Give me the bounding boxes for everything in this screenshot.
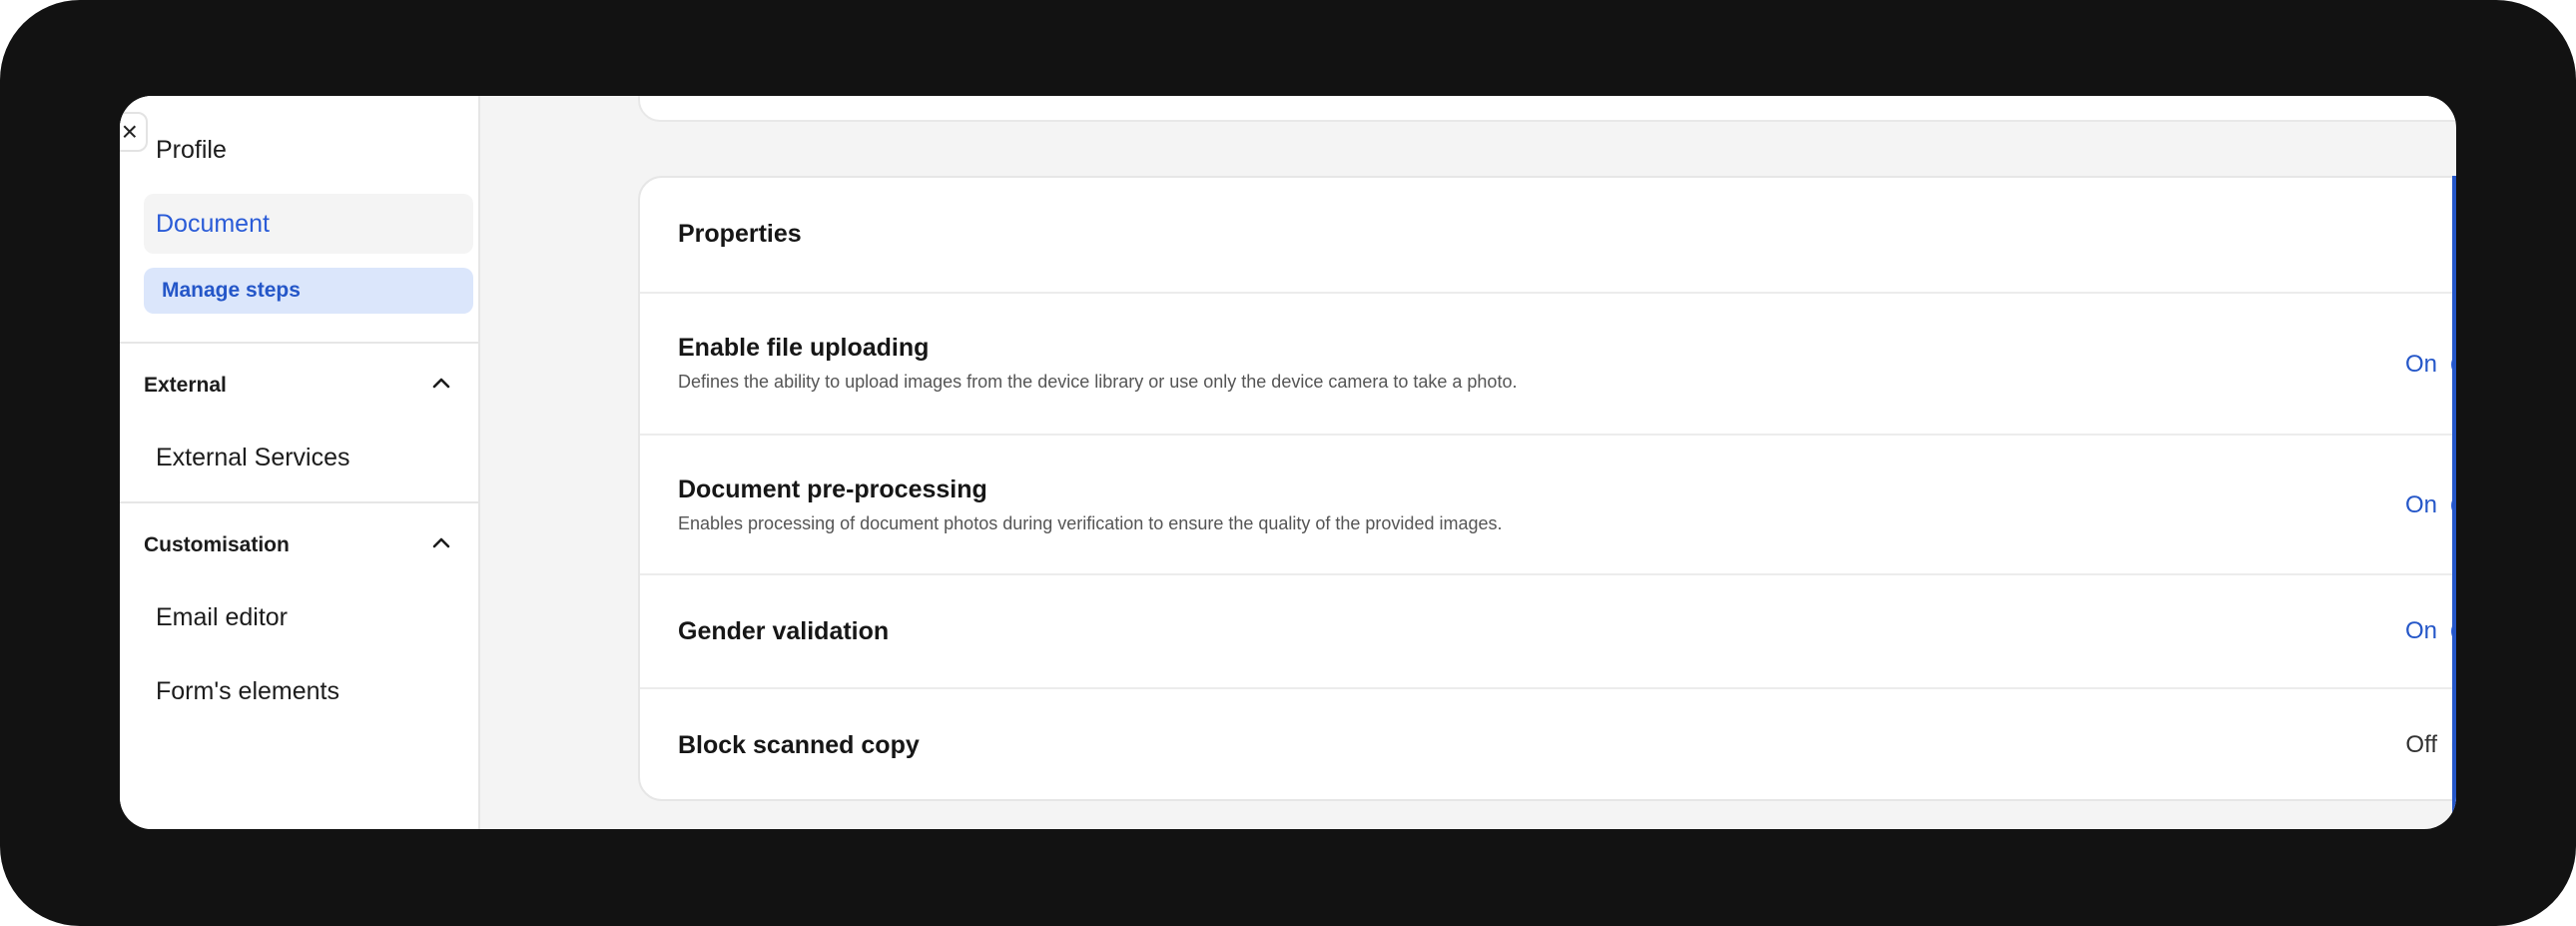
main-content: Properties Enable file uploading Defines…	[480, 96, 2456, 829]
section-label: Customisation	[144, 533, 290, 556]
setting-description: Defines the ability to upload images fro…	[678, 372, 1518, 392]
setting-title: Enable file uploading	[678, 334, 930, 362]
sidebar-item-external-services[interactable]: External Services	[156, 444, 350, 472]
sidebar: × Profile Document Manage steps External…	[120, 96, 480, 829]
setting-title: Document pre-processing	[678, 475, 987, 503]
setting-row-file-uploading: Enable file uploading Defines the abilit…	[640, 294, 2456, 436]
device-frame: × Profile Document Manage steps External…	[0, 0, 2576, 926]
sidebar-item-email-editor[interactable]: Email editor	[156, 603, 288, 632]
section-label: External	[144, 374, 227, 397]
sidebar-item-document[interactable]: Document	[144, 194, 473, 254]
toggle-gender-validation[interactable]: On	[2405, 615, 2456, 647]
setting-row-block-scanned-copy: Block scanned copy Off	[640, 689, 2456, 799]
toggle-state-label: On	[2404, 617, 2437, 644]
chevron-up-icon[interactable]	[429, 531, 453, 555]
sidebar-section-customisation[interactable]: Customisation	[144, 533, 453, 557]
sidebar-item-forms-elements[interactable]: Form's elements	[156, 677, 339, 706]
scroll-edge-accent	[2452, 176, 2456, 829]
toggle-state-label: Off	[2405, 731, 2437, 758]
properties-title: Properties	[678, 220, 802, 248]
toggle-state-label: On	[2404, 351, 2437, 378]
properties-header[interactable]: Properties	[640, 178, 2456, 294]
toggle-state-label: On	[2404, 491, 2437, 518]
sidebar-divider	[120, 342, 478, 344]
setting-row-gender-validation: Gender validation On	[640, 575, 2456, 689]
setting-title: Block scanned copy	[678, 731, 920, 759]
close-icon[interactable]: ×	[120, 112, 148, 152]
app-window: × Profile Document Manage steps External…	[120, 96, 2456, 829]
setting-description: Enables processing of document photos du…	[678, 513, 1503, 533]
toggle-pre-processing[interactable]: On	[2405, 489, 2456, 521]
sidebar-item-manage-steps[interactable]: Manage steps	[144, 268, 473, 314]
chevron-up-icon[interactable]	[429, 372, 453, 396]
setting-title: Gender validation	[678, 617, 890, 645]
toggle-file-uploading[interactable]: On	[2405, 349, 2456, 381]
sidebar-item-profile[interactable]: Profile	[156, 136, 227, 165]
sidebar-divider	[120, 501, 478, 503]
previous-card	[638, 96, 2456, 122]
toggle-block-scanned-copy[interactable]: Off	[2405, 729, 2456, 761]
setting-row-pre-processing: Document pre-processing Enables processi…	[640, 436, 2456, 575]
properties-card: Properties Enable file uploading Defines…	[638, 176, 2456, 801]
sidebar-section-external[interactable]: External	[144, 374, 453, 398]
